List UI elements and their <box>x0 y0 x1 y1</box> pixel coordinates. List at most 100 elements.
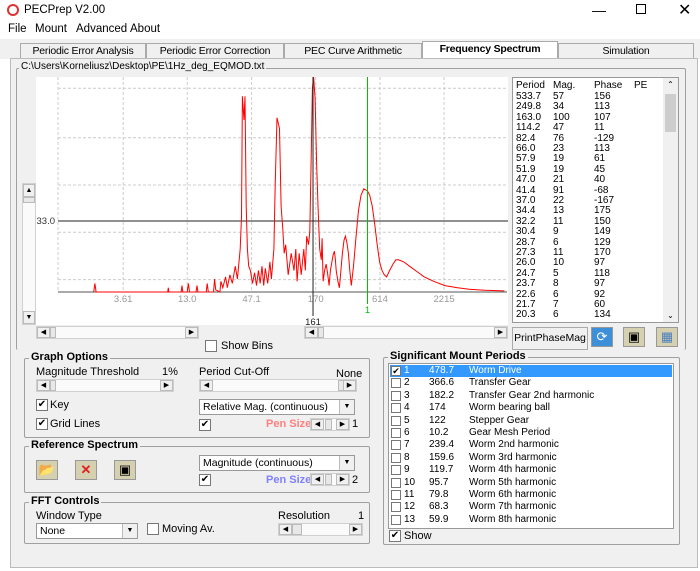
list-item[interactable]: 9 119.7 Worm 4th harmonic <box>390 464 672 476</box>
period-checkbox[interactable] <box>391 514 401 525</box>
vertical-scrollbar[interactable]: ▲ ▼ <box>22 183 36 325</box>
scroll-right-button[interactable]: ▶ <box>185 327 198 338</box>
refresh-icon[interactable]: ⟳ <box>591 327 613 347</box>
slider-right-button[interactable]: ▶ <box>349 524 362 535</box>
scroll-left-button[interactable]: ◀ <box>37 327 50 338</box>
period-checkbox[interactable] <box>391 378 401 389</box>
menu-mount[interactable]: Mount <box>35 23 67 35</box>
chevron-down-icon[interactable]: ▼ <box>339 400 354 414</box>
list-item[interactable]: 6 10.2 Gear Mesh Period <box>390 427 672 439</box>
print-phase-mag-button[interactable]: PrintPhaseMag <box>512 327 588 350</box>
list-item[interactable]: ✔ 1 478.7 Worm Drive <box>390 365 672 378</box>
tab-simulation[interactable]: Simulation <box>558 43 694 59</box>
scroll-thumb[interactable] <box>50 327 56 338</box>
description-cell: Transfer Gear <box>469 377 531 389</box>
table-scrollbar[interactable]: ⌃ ⌄ <box>663 78 678 322</box>
period-cutoff-slider[interactable]: ◀ ▶ <box>199 379 357 392</box>
period-checkbox[interactable] <box>391 428 401 438</box>
slider-thumb[interactable] <box>50 380 56 391</box>
increment-button[interactable]: ▶ <box>336 474 349 485</box>
save-icon[interactable]: ▣ <box>623 327 645 347</box>
increment-button[interactable]: ▶ <box>336 419 349 430</box>
maximize-button[interactable] <box>636 4 646 14</box>
show-periods-checkbox[interactable]: ✔ <box>389 530 401 542</box>
description-cell: Worm bearing ball <box>469 402 550 414</box>
pen-size-stepper[interactable]: ◀ ▶ <box>310 418 350 431</box>
scroll-thumb[interactable] <box>318 327 324 338</box>
list-item[interactable]: 12 68.3 Worm 7th harmonic <box>390 501 672 513</box>
list-item[interactable]: 4 174 Worm bearing ball <box>390 402 672 414</box>
close-button[interactable]: ✕ <box>678 0 691 20</box>
zoom-scrollbar[interactable]: ◀ ▶ <box>36 326 199 339</box>
window-type-dropdown[interactable]: None ▼ <box>36 523 138 539</box>
list-item[interactable]: 3 182.2 Transfer Gear 2nd harmonic <box>390 390 672 402</box>
pen-size-stepper[interactable]: ◀ ▶ <box>310 473 350 486</box>
slider-right-button[interactable]: ▶ <box>343 380 356 391</box>
list-item[interactable]: 8 159.6 Worm 3rd harmonic <box>390 452 672 464</box>
tab-periodic-error-correction[interactable]: Periodic Error Correction <box>146 43 284 59</box>
slider-thumb[interactable] <box>325 419 332 430</box>
slider-left-button[interactable]: ◀ <box>279 524 292 535</box>
scroll-down-icon[interactable]: ⌄ <box>663 311 678 320</box>
scroll-right-button[interactable]: ▶ <box>494 327 507 338</box>
tab-periodic-error-analysis[interactable]: Periodic Error Analysis <box>20 43 146 59</box>
scroll-left-button[interactable]: ◀ <box>305 327 318 338</box>
reference-enable-checkbox[interactable]: ✔ <box>199 474 211 486</box>
delete-icon[interactable]: ✕ <box>75 460 97 480</box>
decrement-button[interactable]: ◀ <box>311 474 324 485</box>
list-item[interactable]: 11 79.8 Worm 6th harmonic <box>390 489 672 501</box>
key-checkbox[interactable]: ✔ <box>36 399 48 411</box>
list-item[interactable]: 7 239.4 Worm 2nd harmonic <box>390 439 672 451</box>
menu-file[interactable]: File <box>8 23 27 35</box>
slider-left-button[interactable]: ◀ <box>200 380 213 391</box>
chevron-down-icon[interactable]: ▼ <box>122 524 137 538</box>
period-checkbox[interactable]: ✔ <box>391 366 401 376</box>
minimize-button[interactable]: — <box>592 2 606 18</box>
graph-enable-checkbox[interactable]: ✔ <box>199 419 211 431</box>
list-item[interactable]: 5 122 Stepper Gear <box>390 415 672 427</box>
scroll-down-button[interactable]: ▼ <box>23 311 35 324</box>
moving-av-checkbox[interactable] <box>147 523 159 535</box>
period-checkbox[interactable] <box>391 490 401 500</box>
period-checkbox[interactable] <box>391 465 401 476</box>
grid-lines-checkbox[interactable]: ✔ <box>36 418 48 430</box>
menu-advanced[interactable]: Advanced <box>76 23 127 35</box>
list-item[interactable]: 10 95.7 Worm 5th harmonic <box>390 477 672 489</box>
open-folder-icon[interactable]: 📂 <box>36 460 58 480</box>
show-bins-checkbox[interactable] <box>205 340 217 352</box>
significant-periods-list[interactable]: ✔ 1 478.7 Worm Drive 2 366.6 Transfer Gear 3 182… <box>388 363 674 529</box>
period-checkbox[interactable] <box>391 502 401 513</box>
description-cell: Worm 6th harmonic <box>469 489 557 500</box>
tab-frequency-spectrum[interactable]: Frequency Spectrum <box>422 41 558 59</box>
decrement-button[interactable]: ◀ <box>311 419 324 430</box>
slider-thumb[interactable] <box>325 474 332 485</box>
scroll-thumb[interactable] <box>23 197 35 203</box>
scroll-thumb[interactable] <box>665 94 676 132</box>
magnitude-threshold-slider[interactable]: ◀ ▶ <box>36 379 174 392</box>
list-item[interactable]: 13 59.9 Worm 8th harmonic <box>390 514 672 526</box>
scroll-up-icon[interactable]: ⌃ <box>663 80 678 89</box>
chevron-down-icon[interactable]: ▼ <box>339 456 354 470</box>
spectrum-chart[interactable]: 3.61 13.0 47.1 170 614 221533.01611 <box>36 77 508 327</box>
slider-thumb[interactable] <box>292 524 302 535</box>
tab-pec-curve-arithmetic[interactable]: PEC Curve Arithmetic <box>284 43 422 59</box>
list-item[interactable]: 2 366.6 Transfer Gear <box>390 377 672 389</box>
period-checkbox[interactable] <box>391 415 401 426</box>
calculator-icon[interactable]: ▦ <box>656 327 678 347</box>
period-checkbox[interactable] <box>391 390 401 401</box>
slider-right-button[interactable]: ▶ <box>160 380 173 391</box>
save-icon[interactable]: ▣ <box>114 460 136 480</box>
period-checkbox[interactable] <box>391 452 401 463</box>
graph-mode-dropdown[interactable]: Relative Mag. (continuous) ▼ <box>199 399 355 415</box>
resolution-slider[interactable]: ◀ ▶ <box>278 523 363 536</box>
slider-left-button[interactable]: ◀ <box>37 380 50 391</box>
period-table[interactable]: Period Mag. Phase PE 533.7 57 156 249.8 34 11… <box>512 77 679 323</box>
menu-about[interactable]: About <box>130 23 160 35</box>
reference-mode-dropdown[interactable]: Magnitude (continuous) ▼ <box>199 455 355 471</box>
scroll-up-button[interactable]: ▲ <box>23 184 35 197</box>
period-checkbox[interactable] <box>391 403 401 414</box>
x-tick-label: 170 <box>308 294 324 305</box>
period-checkbox[interactable] <box>391 440 401 451</box>
period-checkbox[interactable] <box>391 477 401 488</box>
pan-scrollbar[interactable]: ◀ ▶ <box>304 326 508 339</box>
